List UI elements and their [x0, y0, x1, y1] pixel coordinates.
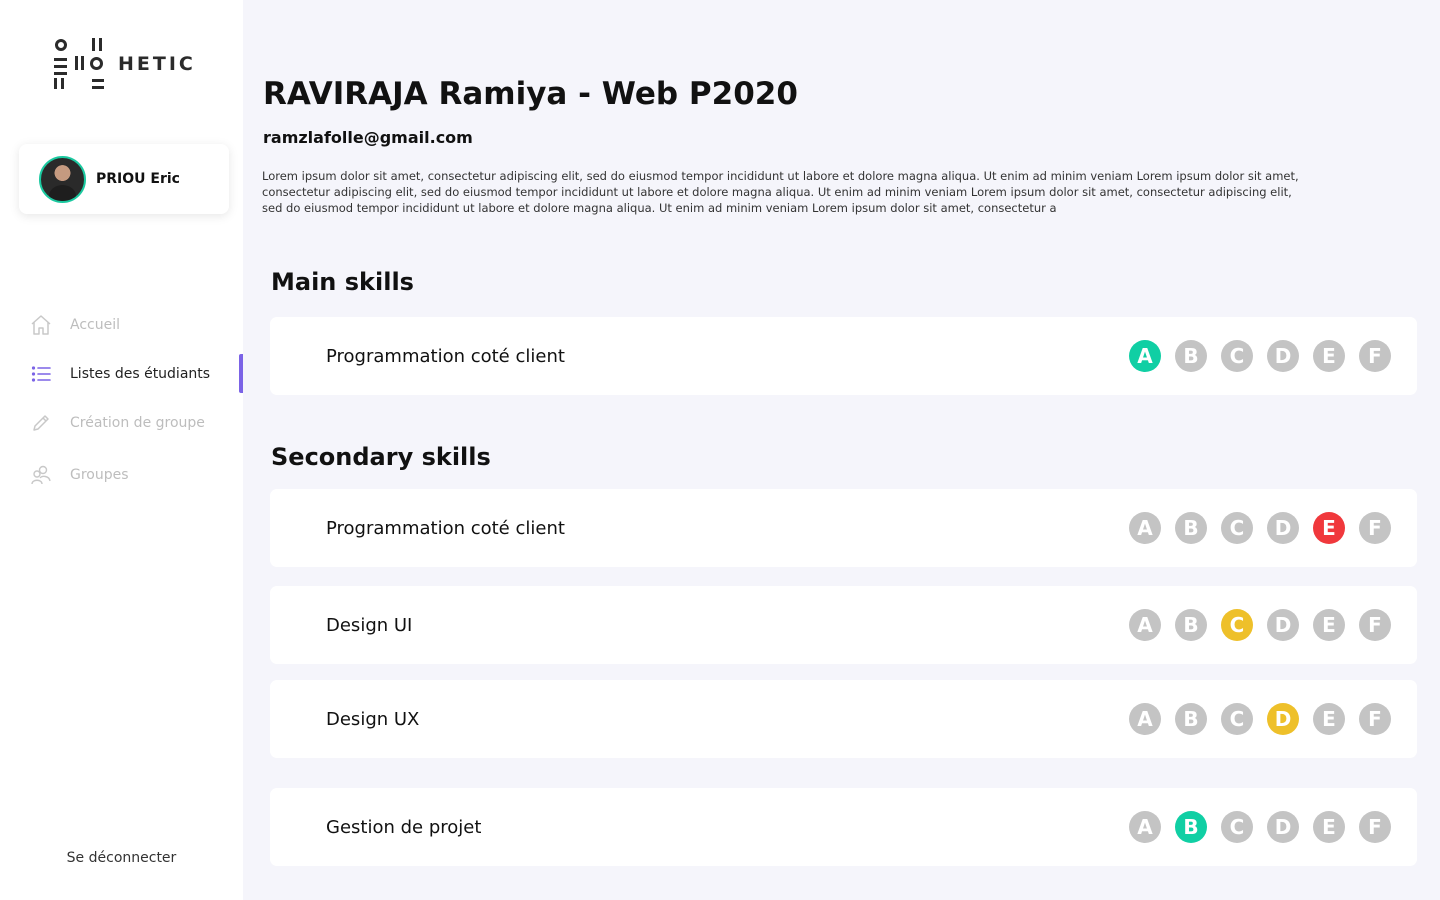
sidebar-item-label: Listes des étudiants: [70, 365, 211, 382]
sidebar: HETIC PRIOU Eric Accueil Listes des étud…: [0, 0, 243, 900]
sidebar-item-label: Création de groupe: [70, 414, 205, 431]
hetic-logo[interactable]: HETIC: [54, 38, 196, 90]
grade-e-button[interactable]: E: [1313, 609, 1345, 641]
skill-card: Programmation coté client A B C D E F: [270, 489, 1417, 567]
grade-c-button[interactable]: C: [1221, 703, 1253, 735]
student-program: Web: [601, 76, 679, 112]
grade-a-button[interactable]: A: [1129, 703, 1161, 735]
grade-f-button[interactable]: F: [1359, 811, 1391, 843]
grade-c-button[interactable]: C: [1221, 609, 1253, 641]
grade-f-button[interactable]: F: [1359, 703, 1391, 735]
skill-name: Gestion de projet: [326, 816, 482, 838]
pencil-icon: [30, 412, 52, 434]
skill-name: Programmation coté client: [326, 517, 565, 539]
grade-d-button[interactable]: D: [1267, 512, 1299, 544]
grade-d-button[interactable]: D: [1267, 340, 1299, 372]
grade-d-button[interactable]: D: [1267, 811, 1299, 843]
grade-selector: ABCDEF: [1129, 512, 1391, 544]
sidebar-nav: Accueil Listes des étudiants Création de…: [0, 300, 243, 499]
grade-selector: ABCDEF: [1129, 609, 1391, 641]
grade-e-button[interactable]: E: [1313, 703, 1345, 735]
secondary-skills-title: Secondary skills: [271, 443, 491, 471]
grade-c-button[interactable]: C: [1221, 512, 1253, 544]
sidebar-item-listes-etudiants[interactable]: Listes des étudiants: [0, 349, 243, 398]
grade-e-button[interactable]: E: [1313, 512, 1345, 544]
grade-b-button[interactable]: B: [1175, 340, 1207, 372]
student-last-name: RAVIRAJA: [263, 76, 428, 112]
grade-c-button[interactable]: C: [1221, 340, 1253, 372]
skill-card: Design UI A B C D E F: [270, 586, 1417, 664]
grade-selector: ABCDEF: [1129, 340, 1391, 372]
grade-d-button[interactable]: D: [1267, 703, 1299, 735]
list-icon: [30, 363, 52, 385]
sidebar-item-creation-groupe[interactable]: Création de groupe: [0, 398, 243, 447]
student-first-name: Ramiya: [438, 76, 568, 112]
main-content: RAVIRAJA Ramiya - Web P2020 ramzlafolle@…: [243, 0, 1440, 900]
grade-b-button[interactable]: B: [1175, 811, 1207, 843]
skill-name: Design UI: [326, 614, 413, 636]
group-icon: [30, 464, 52, 486]
sidebar-item-groupes[interactable]: Groupes: [0, 450, 243, 499]
sidebar-item-accueil[interactable]: Accueil: [0, 300, 243, 349]
user-profile-card[interactable]: PRIOU Eric: [19, 144, 229, 214]
avatar: [39, 155, 86, 203]
main-skills-title: Main skills: [271, 268, 414, 296]
student-description: Lorem ipsum dolor sit amet, consectetur …: [262, 169, 1299, 215]
grade-f-button[interactable]: F: [1359, 609, 1391, 641]
skill-card: Programmation coté client A B C D E F: [270, 317, 1417, 395]
page-title: RAVIRAJA Ramiya - Web P2020: [263, 76, 798, 112]
student-email: ramzlafolle@gmail.com: [263, 128, 473, 147]
grade-a-button[interactable]: A: [1129, 811, 1161, 843]
grade-b-button[interactable]: B: [1175, 512, 1207, 544]
skill-name: Programmation coté client: [326, 345, 565, 367]
user-name: PRIOU Eric: [96, 171, 180, 187]
hetic-logo-mark: [54, 38, 108, 90]
sidebar-item-label: Accueil: [70, 316, 120, 333]
grade-a-button[interactable]: A: [1129, 609, 1161, 641]
title-separator: -: [578, 76, 591, 112]
grade-e-button[interactable]: E: [1313, 340, 1345, 372]
grade-b-button[interactable]: B: [1175, 703, 1207, 735]
grade-selector: ABCDEF: [1129, 811, 1391, 843]
grade-d-button[interactable]: D: [1267, 609, 1299, 641]
sidebar-item-label: Groupes: [70, 466, 129, 483]
student-promo: P2020: [688, 76, 798, 112]
logout-link[interactable]: Se déconnecter: [0, 850, 243, 866]
skill-name: Design UX: [326, 708, 420, 730]
home-icon: [30, 314, 52, 336]
hetic-logo-text: HETIC: [118, 53, 196, 75]
grade-a-button[interactable]: A: [1129, 340, 1161, 372]
grade-b-button[interactable]: B: [1175, 609, 1207, 641]
grade-c-button[interactable]: C: [1221, 811, 1253, 843]
grade-f-button[interactable]: F: [1359, 340, 1391, 372]
grade-f-button[interactable]: F: [1359, 512, 1391, 544]
skill-card: Gestion de projet A B C D E F: [270, 788, 1417, 866]
grade-e-button[interactable]: E: [1313, 811, 1345, 843]
skill-card: Design UX A B C D E F: [270, 680, 1417, 758]
grade-a-button[interactable]: A: [1129, 512, 1161, 544]
grade-selector: ABCDEF: [1129, 703, 1391, 735]
